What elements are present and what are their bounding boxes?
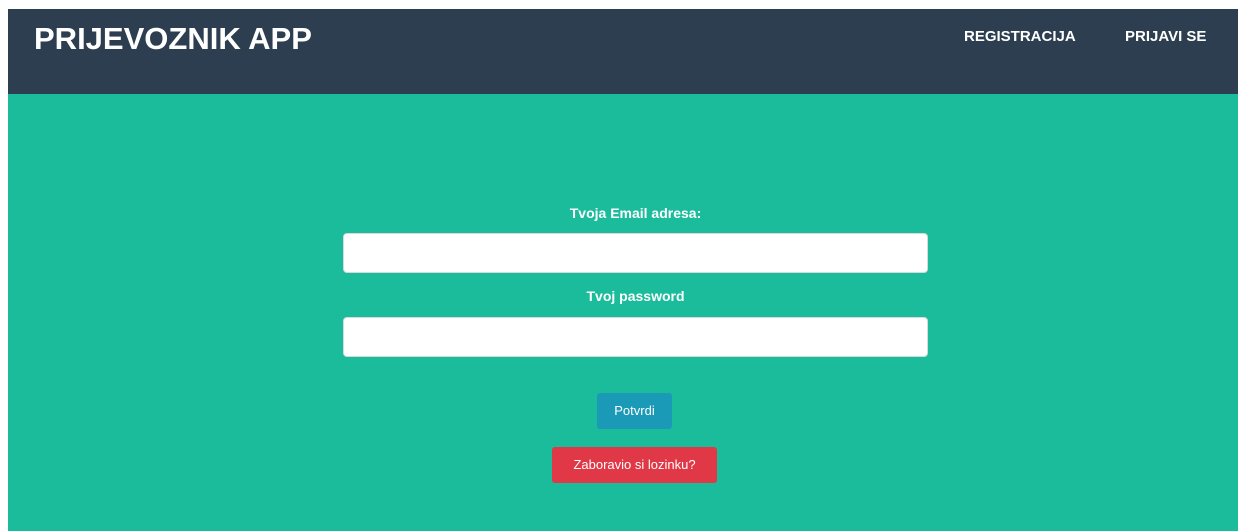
navbar: PRIJEVOZNIK APP REGISTRACIJA PRIJAVI SE xyxy=(8,9,1238,94)
email-input[interactable] xyxy=(343,233,928,273)
nav-link-registracija[interactable]: REGISTRACIJA xyxy=(964,28,1076,46)
password-label: Tvoj password xyxy=(586,288,685,304)
forgot-password-button[interactable]: Zaboravio si lozinku? xyxy=(552,447,717,483)
login-form: Tvoja Email adresa: Tvoj password Potvrd… xyxy=(343,94,928,531)
password-input[interactable] xyxy=(343,317,928,357)
email-label: Tvoja Email adresa: xyxy=(569,205,702,221)
login-section: Tvoja Email adresa: Tvoj password Potvrd… xyxy=(8,94,1238,531)
submit-button[interactable]: Potvrdi xyxy=(597,393,672,429)
nav-link-prijavi-se[interactable]: PRIJAVI SE xyxy=(1125,28,1206,46)
page-frame: PRIJEVOZNIK APP REGISTRACIJA PRIJAVI SE … xyxy=(8,9,1238,531)
brand-logo-link[interactable]: PRIJEVOZNIK APP xyxy=(34,21,312,57)
